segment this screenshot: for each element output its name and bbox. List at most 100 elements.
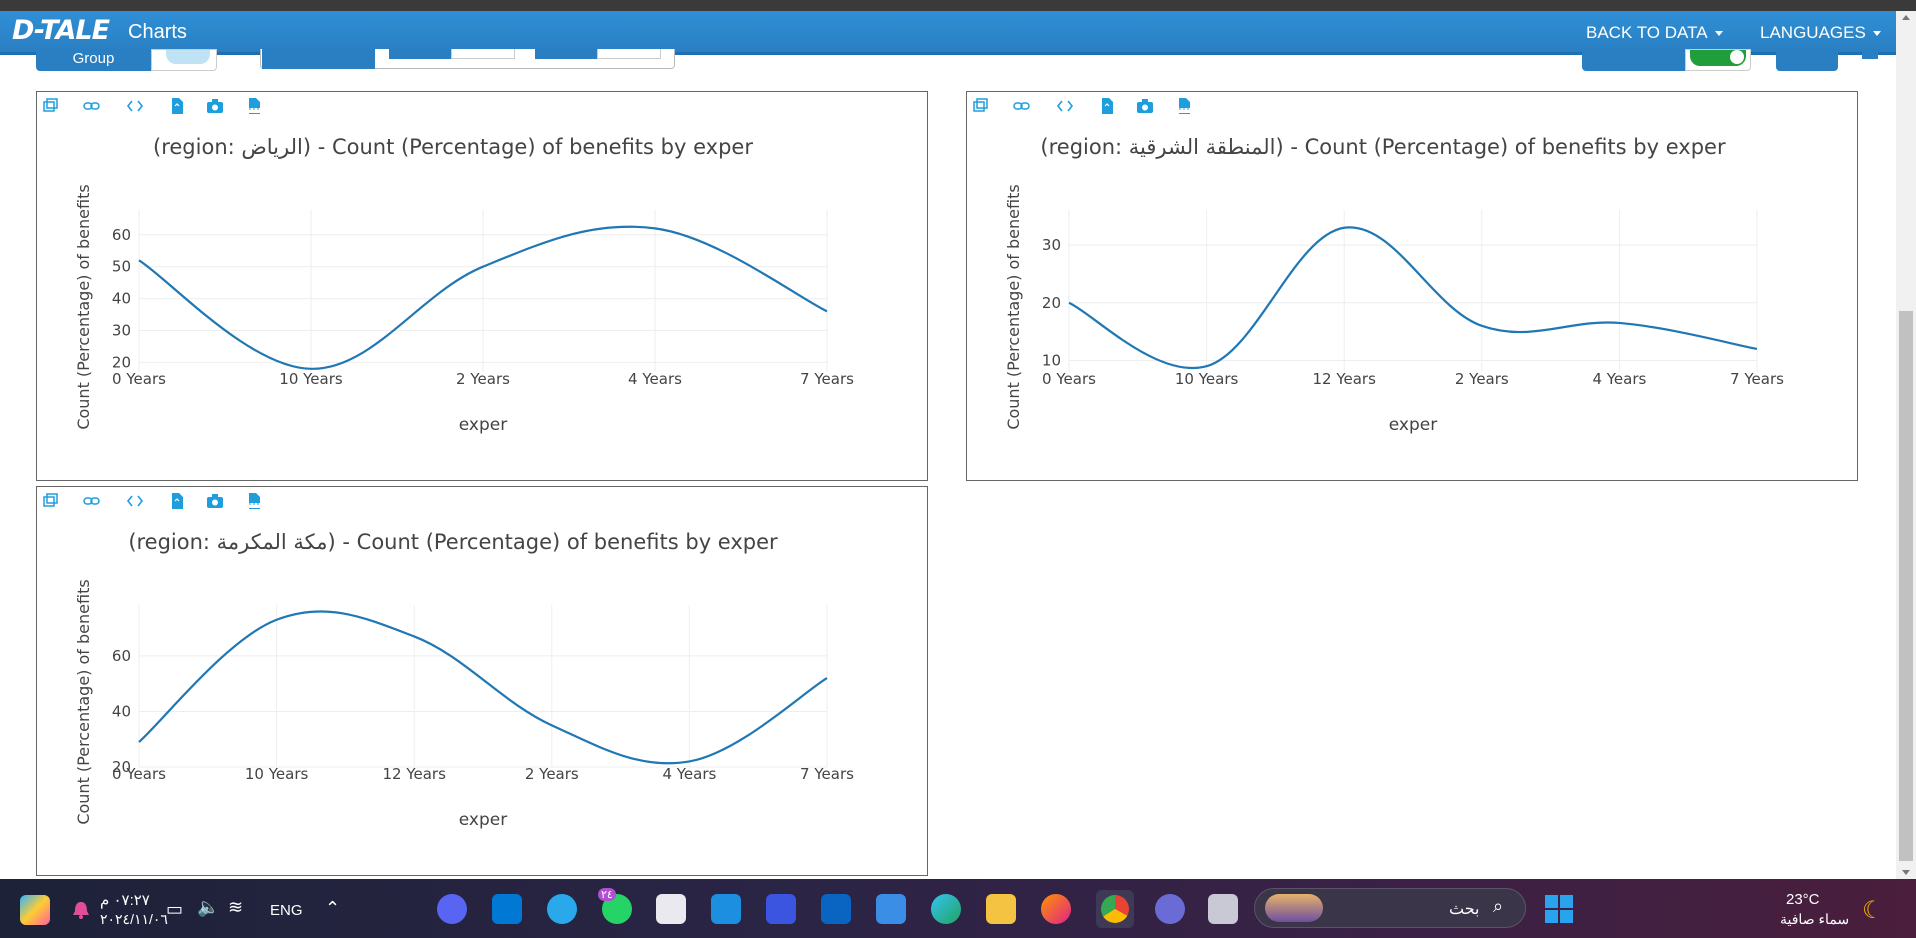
series-line: [1068, 226, 1758, 370]
weather-status[interactable]: سماء صافية: [1780, 911, 1849, 928]
group-button[interactable]: Group: [36, 49, 151, 71]
x-tick-label: 12 Years: [1312, 370, 1376, 388]
moon-weather-icon: ☾: [1862, 897, 1884, 924]
chevron-up-icon[interactable]: ⌃: [325, 898, 340, 919]
x-tick-label: 10 Years: [279, 370, 343, 388]
y-axis-label: Count (Percentage) of benefits: [1004, 184, 1023, 429]
volume-icon[interactable]: 🔈: [197, 897, 219, 918]
telegram-icon[interactable]: [547, 894, 577, 924]
x-tick-label: 4 Years: [662, 765, 716, 783]
task-view-icon[interactable]: [1208, 894, 1238, 924]
caret-down-icon: [1872, 31, 1881, 37]
window-top-strip: [0, 0, 1916, 11]
clock-date[interactable]: ٢٠٢٤/١١/٠٦: [100, 911, 168, 928]
y-tick-label: 20: [112, 353, 131, 371]
toggle-knob: [166, 50, 210, 64]
search-icon: ⌕: [1493, 896, 1504, 916]
language-indicator[interactable]: ENG: [270, 902, 303, 919]
x-tick-label: 2 Years: [456, 370, 510, 388]
languages-menu[interactable]: LANGUAGES: [1760, 23, 1881, 43]
app-icon[interactable]: [766, 894, 796, 924]
scroll-thumb[interactable]: [1899, 311, 1913, 861]
x-axis-label: exper: [459, 810, 507, 830]
scroll-down-icon[interactable]: [1902, 870, 1910, 875]
option-button[interactable]: [262, 49, 375, 69]
y-tick-label: 20: [1042, 294, 1061, 312]
windows-start-icon[interactable]: [1544, 894, 1574, 924]
x-tick-label: 2 Years: [525, 765, 579, 783]
discord-icon[interactable]: [437, 894, 467, 924]
option-button[interactable]: [535, 49, 597, 59]
group-toggle[interactable]: [151, 49, 217, 71]
search-highlight-image: [1265, 894, 1323, 922]
y-tick-label: 30: [1042, 236, 1061, 254]
taskbar-search[interactable]: بحث ⌕: [1254, 888, 1526, 928]
page-scrollbar[interactable]: [1896, 11, 1916, 879]
chart-panel: (region: مكة المكرمة) - Count (Percentag…: [36, 486, 928, 876]
right-action-button[interactable]: [1776, 49, 1838, 71]
back-to-data-menu[interactable]: BACK TO DATA: [1586, 23, 1723, 43]
x-tick-label: 4 Years: [1592, 370, 1646, 388]
group-label: Group: [72, 50, 115, 67]
line-chart: (region: الرياض) - Count (Percentage) of…: [74, 135, 854, 435]
x-axis-label: exper: [1389, 415, 1437, 435]
y-tick-label: 40: [112, 290, 131, 308]
languages-label: LANGUAGES: [1760, 23, 1866, 42]
temperature[interactable]: 23°C: [1786, 891, 1820, 908]
y-axis-label: Count (Percentage) of benefits: [74, 579, 93, 824]
x-tick-label: 7 Years: [1730, 370, 1784, 388]
edge-icon[interactable]: [931, 894, 961, 924]
y-tick-label: 40: [112, 702, 131, 720]
right-small-button[interactable]: [1862, 49, 1878, 59]
y-tick-label: 60: [112, 226, 131, 244]
vscode-icon[interactable]: [492, 894, 522, 924]
outlook-icon[interactable]: [821, 894, 851, 924]
y-tick-label: 30: [112, 322, 131, 340]
right-control-button[interactable]: [1582, 49, 1685, 71]
chart-title: (region: الرياض) - Count (Percentage) of…: [153, 135, 753, 159]
copilot-icon[interactable]: [20, 895, 50, 925]
app-icon[interactable]: [711, 894, 741, 924]
x-tick-label: 10 Years: [245, 765, 309, 783]
caret-down-icon: [1714, 31, 1723, 37]
battery-icon[interactable]: ▭: [166, 899, 183, 920]
y-axis-label: Count (Percentage) of benefits: [74, 184, 93, 429]
whatsapp-badge: ٢٤: [598, 888, 616, 901]
file-explorer-icon[interactable]: [986, 894, 1016, 924]
x-tick-label: 7 Years: [800, 370, 854, 388]
x-tick-label: 10 Years: [1175, 370, 1239, 388]
back-to-data-label: BACK TO DATA: [1586, 23, 1708, 42]
chart-panel: (region: الرياض) - Count (Percentage) of…: [36, 91, 928, 481]
y-tick-label: 60: [112, 647, 131, 665]
app-icon[interactable]: [1155, 894, 1185, 924]
x-tick-label: 0 Years: [112, 370, 166, 388]
snipping-tool-icon[interactable]: [656, 894, 686, 924]
x-tick-label: 12 Years: [382, 765, 446, 783]
line-chart: (region: المنطقة الشرقية) - Count (Perce…: [1004, 135, 1784, 435]
firefox-icon[interactable]: [1041, 894, 1071, 924]
option-input[interactable]: [597, 49, 661, 59]
page-title: Charts: [128, 21, 187, 43]
option-button[interactable]: [389, 49, 451, 59]
y-tick-label: 50: [112, 258, 131, 276]
chrome-icon[interactable]: [1101, 895, 1129, 923]
x-tick-label: 7 Years: [800, 765, 854, 783]
wifi-icon[interactable]: ≋: [228, 897, 243, 918]
x-axis-label: exper: [459, 415, 507, 435]
chart-panel: (region: المنطقة الشرقية) - Count (Perce…: [966, 91, 1858, 481]
clock-time[interactable]: ٠٧:٢٧ م: [100, 891, 150, 909]
bell-icon[interactable]: [70, 899, 92, 921]
option-input[interactable]: [451, 49, 515, 59]
series-line: [138, 610, 828, 765]
x-tick-label: 0 Years: [1042, 370, 1096, 388]
x-tick-label: 4 Years: [628, 370, 682, 388]
right-toggle[interactable]: [1685, 49, 1751, 71]
mail-icon[interactable]: [876, 894, 906, 924]
scroll-up-icon[interactable]: [1902, 15, 1910, 20]
line-chart: (region: مكة المكرمة) - Count (Percentag…: [74, 530, 854, 830]
brand-logo[interactable]: D-TALE: [12, 15, 110, 46]
y-tick-label: 10: [1042, 351, 1061, 369]
x-tick-label: 2 Years: [1455, 370, 1509, 388]
x-tick-label: 0 Years: [112, 765, 166, 783]
toggle-on-knob: [1690, 50, 1746, 66]
